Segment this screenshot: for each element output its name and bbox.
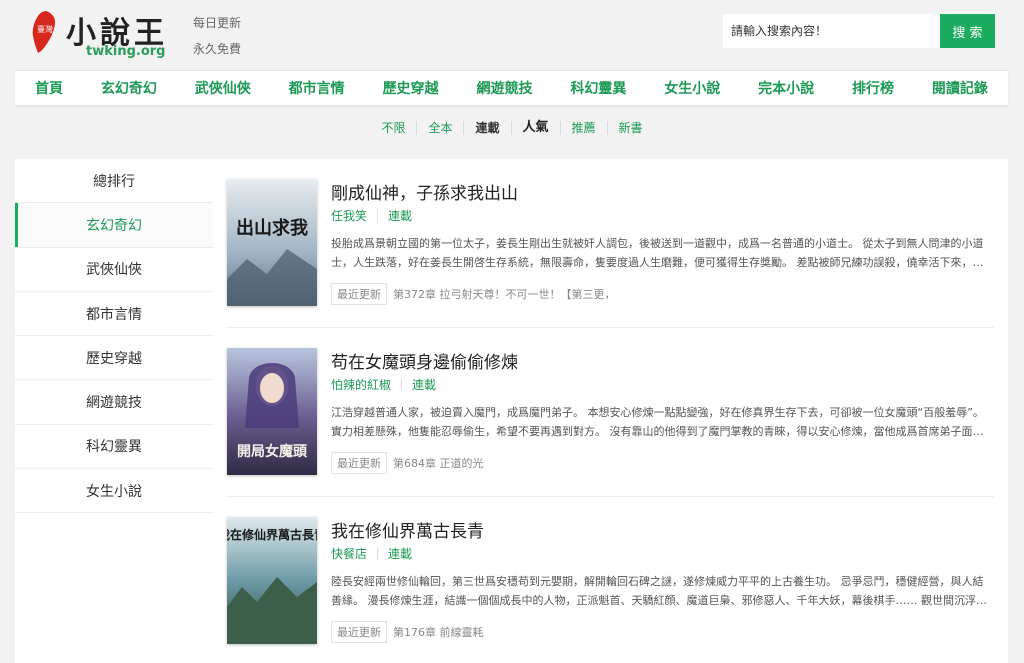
main-nav: 首頁 玄幻奇幻 武俠仙俠 都市言情 歷史穿越 網遊競技 科幻靈異 女生小說 完本… bbox=[15, 70, 1008, 106]
logo-badge: 臺灣 bbox=[37, 24, 53, 34]
cover-text: 開局女魔頭 bbox=[237, 443, 308, 460]
divider bbox=[377, 209, 379, 222]
sidebar-item-overall[interactable]: 總排行 bbox=[15, 159, 213, 204]
book-status: 連載 bbox=[388, 209, 413, 223]
ranking-sidebar: 總排行 玄幻奇幻 武俠仙俠 都市言情 歷史穿越 網遊競技 科幻靈異 女生小說 bbox=[15, 159, 213, 663]
nav-item-history[interactable]: 歷史穿越 bbox=[383, 78, 439, 98]
book-title[interactable]: 我在修仙界萬古長青 bbox=[331, 517, 484, 542]
slogan-free-forever: 永久免費 bbox=[193, 42, 242, 56]
book-meta: 快餐店 連載 bbox=[331, 545, 412, 562]
book-cover[interactable]: 我在修仙界萬古長青 bbox=[227, 517, 317, 644]
cover-text: 我在修仙界萬古長青 bbox=[227, 527, 317, 542]
book-latest: 最近更新 第684章 正道的光 bbox=[331, 452, 484, 474]
nav-item-urban[interactable]: 都市言情 bbox=[289, 78, 345, 98]
divider bbox=[401, 378, 403, 391]
slogan-daily-update: 每日更新 bbox=[193, 16, 242, 30]
book-description: 陸長安經兩世修仙輪回，第三世爲安穩苟到元嬰期，解開輪回石碑之謎，遂修煉威力平平的… bbox=[331, 575, 987, 607]
filter-popular[interactable]: 人氣 bbox=[510, 121, 560, 135]
sidebar-item-history[interactable]: 歷史穿越 bbox=[15, 336, 213, 381]
filter-any[interactable]: 不限 bbox=[370, 121, 416, 135]
book-cover[interactable]: 出山求我 bbox=[227, 179, 317, 306]
sidebar-item-urban[interactable]: 都市言情 bbox=[15, 292, 213, 337]
sidebar-item-fantasy[interactable]: 玄幻奇幻 bbox=[15, 203, 213, 248]
filter-new[interactable]: 新書 bbox=[606, 121, 654, 135]
book-author[interactable]: 快餐店 bbox=[331, 545, 367, 562]
logo-domain: twking.org bbox=[86, 44, 166, 59]
nav-item-gaming[interactable]: 網遊競技 bbox=[476, 78, 532, 98]
nav-item-scifi[interactable]: 科幻靈異 bbox=[570, 78, 626, 98]
nav-item-history-record[interactable]: 閱讀記錄 bbox=[932, 78, 988, 98]
book-latest: 最近更新 第372章 拉弓射天尊！不可一世！【第三更， bbox=[331, 283, 616, 305]
filter-recommended[interactable]: 推薦 bbox=[559, 121, 607, 135]
list-item: 出山求我 剛成仙神，子孫求我出山 任我笑 連載 投胎成爲景朝立國的第一位太子，姜… bbox=[227, 159, 994, 328]
filter-completed[interactable]: 全本 bbox=[416, 121, 463, 135]
divider bbox=[377, 547, 379, 560]
nav-item-ranking[interactable]: 排行榜 bbox=[852, 78, 894, 98]
book-title[interactable]: 剛成仙神，子孫求我出山 bbox=[331, 179, 518, 204]
book-meta: 任我笑 連載 bbox=[331, 207, 412, 224]
latest-chapter-link[interactable]: 第684章 正道的光 bbox=[393, 455, 484, 471]
book-title[interactable]: 苟在女魔頭身邊偷偷修煉 bbox=[331, 348, 518, 373]
book-latest: 最近更新 第176章 前線靈耗 bbox=[331, 621, 484, 643]
latest-update-tag: 最近更新 bbox=[331, 283, 387, 305]
sidebar-item-female[interactable]: 女生小說 bbox=[15, 469, 213, 514]
latest-chapter-link[interactable]: 第176章 前線靈耗 bbox=[393, 624, 484, 640]
search-button[interactable]: 搜 索 bbox=[940, 14, 995, 48]
book-description: 投胎成爲景朝立國的第一位太子，姜長生剛出生就被奸人調包，後被送到一道觀中，成爲一… bbox=[331, 237, 984, 269]
nav-item-completed[interactable]: 完本小說 bbox=[758, 78, 814, 98]
book-cover[interactable]: 開局女魔頭 bbox=[227, 348, 317, 475]
book-author[interactable]: 怕辣的紅椒 bbox=[331, 376, 391, 393]
book-status: 連載 bbox=[412, 378, 437, 392]
book-meta: 怕辣的紅椒 連載 bbox=[331, 376, 436, 393]
site-logo[interactable]: 臺灣 小說王 twking.org bbox=[28, 8, 178, 59]
book-status: 連載 bbox=[388, 547, 413, 561]
site-header: 臺灣 小說王 twking.org 每日更新 永久免費 搜 索 bbox=[0, 0, 1024, 66]
book-cover-image: 開局女魔頭 bbox=[227, 348, 317, 475]
nav-item-wuxia[interactable]: 武俠仙俠 bbox=[195, 78, 251, 98]
list-item: 開局女魔頭 苟在女魔頭身邊偷偷修煉 怕辣的紅椒 連載 江浩穿越普通人家，被迫賣入… bbox=[227, 328, 994, 497]
book-cover-image: 出山求我 bbox=[227, 179, 317, 306]
nav-item-female[interactable]: 女生小說 bbox=[664, 78, 720, 98]
book-list: 出山求我 剛成仙神，子孫求我出山 任我笑 連載 投胎成爲景朝立國的第一位太子，姜… bbox=[213, 159, 1008, 663]
book-description: 江浩穿越普通人家，被迫賣入魔門，成爲魔門弟子。 本想安心修煉一點點變強，好在修真… bbox=[331, 406, 984, 438]
list-item: 我在修仙界萬古長青 我在修仙界萬古長青 快餐店 連載 陸長安經兩世修仙輪回，第三… bbox=[227, 497, 994, 663]
sidebar-item-wuxia[interactable]: 武俠仙俠 bbox=[15, 248, 213, 292]
cover-text: 出山求我 bbox=[236, 217, 308, 239]
filter-serializing[interactable]: 連載 bbox=[463, 121, 510, 135]
nav-item-fantasy[interactable]: 玄幻奇幻 bbox=[101, 78, 157, 98]
latest-update-tag: 最近更新 bbox=[331, 621, 387, 643]
search-input[interactable] bbox=[723, 14, 940, 48]
filter-bar: 不限 全本 連載 人氣 推薦 新書 bbox=[0, 121, 1024, 135]
sidebar-item-scifi[interactable]: 科幻靈異 bbox=[15, 425, 213, 470]
book-author[interactable]: 任我笑 bbox=[331, 207, 367, 224]
taiwan-map-icon: 臺灣 bbox=[32, 11, 56, 53]
latest-chapter-link[interactable]: 第372章 拉弓射天尊！不可一世！【第三更， bbox=[393, 286, 616, 302]
book-cover-image: 我在修仙界萬古長青 bbox=[227, 517, 317, 644]
nav-item-home[interactable]: 首頁 bbox=[35, 78, 63, 98]
sidebar-item-gaming[interactable]: 網遊競技 bbox=[15, 380, 213, 425]
latest-update-tag: 最近更新 bbox=[331, 452, 387, 474]
